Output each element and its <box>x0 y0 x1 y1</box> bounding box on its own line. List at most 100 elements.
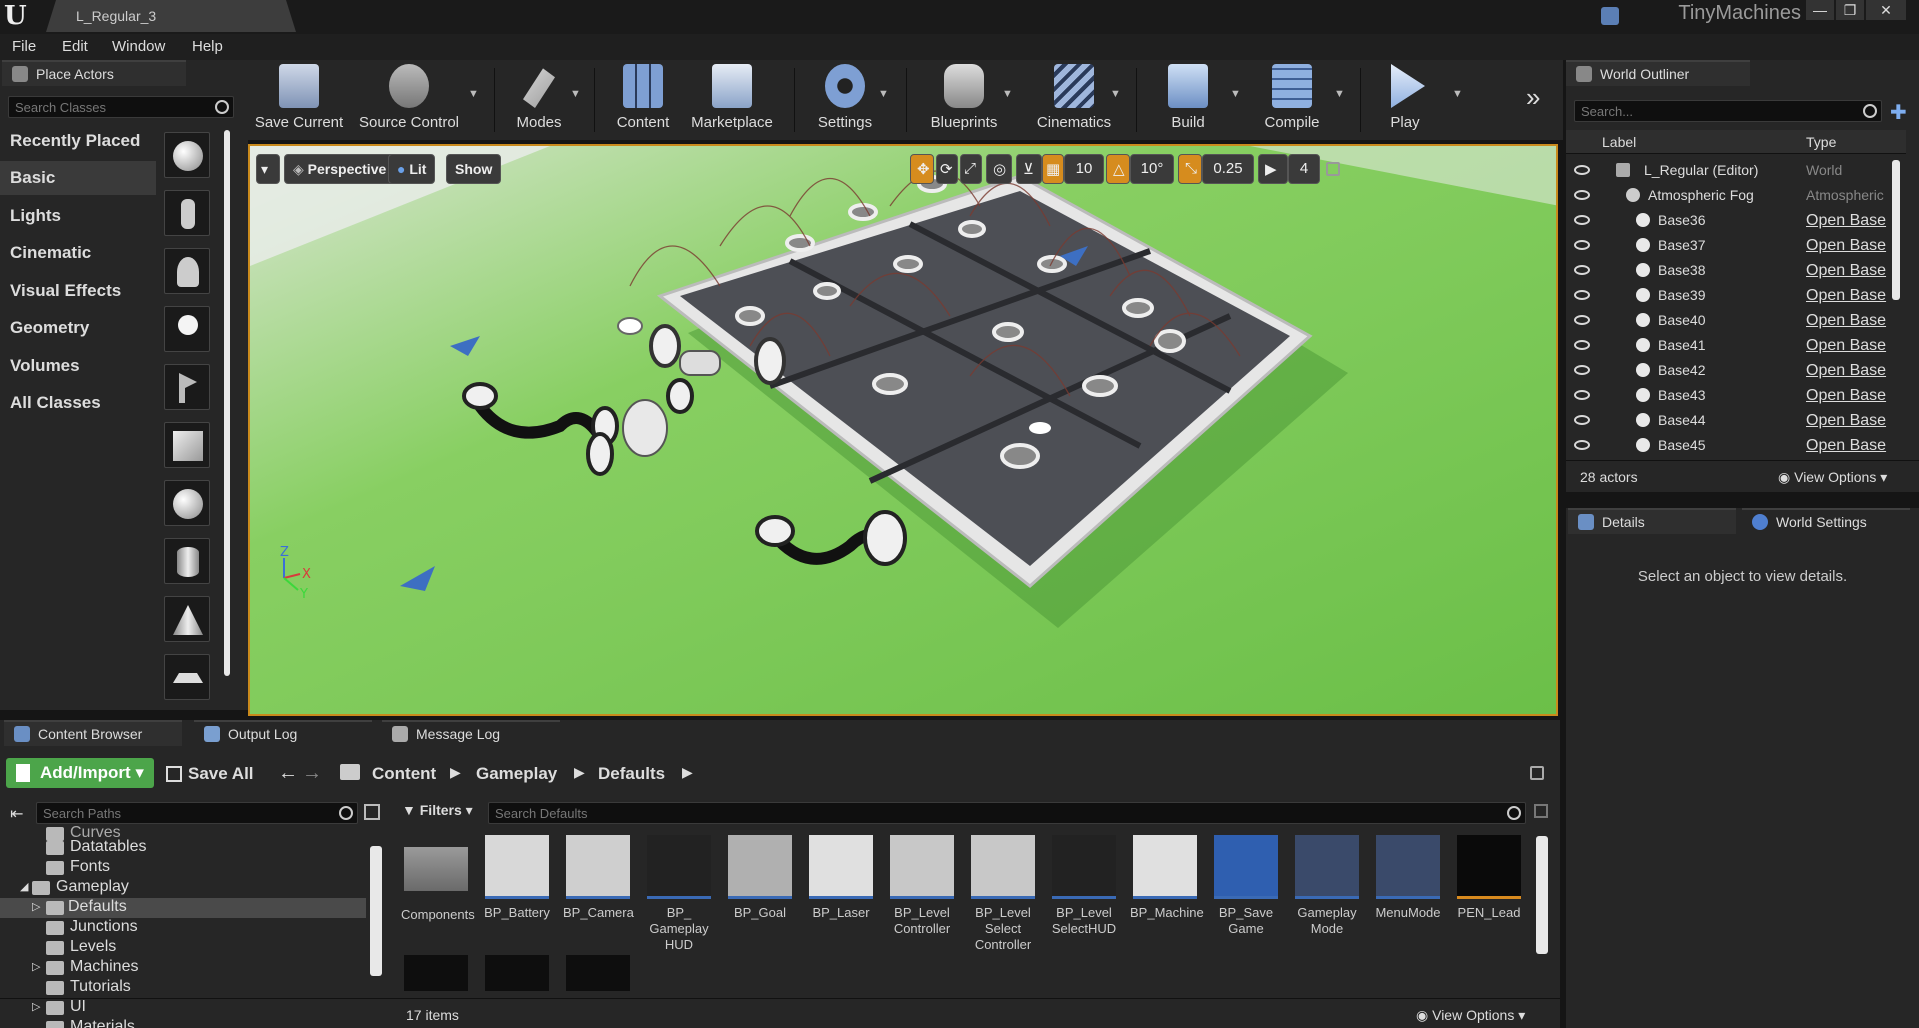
content-button[interactable]: Content <box>602 64 684 140</box>
asset-bp-save-game[interactable]: BP_Save Game <box>1211 835 1281 937</box>
add-import-button[interactable]: Add/Import ▾ <box>6 758 154 788</box>
menu-edit[interactable]: Edit <box>62 38 88 55</box>
asset-bp-battery[interactable]: BP_Battery <box>482 835 552 921</box>
level-viewport[interactable]: Z X Y ▾ ◈ Perspective ● Lit Show ✥ ⟳ ⤢ ◎… <box>248 144 1558 716</box>
folder-fonts[interactable]: Fonts <box>0 858 110 878</box>
lit-mode-button[interactable]: ● Lit <box>388 154 436 184</box>
expand-triangle-icon[interactable]: ▷ <box>32 900 40 913</box>
back-arrow-icon[interactable]: ← <box>278 762 298 785</box>
add-folder-icon[interactable]: ✚ <box>1890 100 1912 124</box>
eye-icon[interactable] <box>1574 340 1590 350</box>
cinematics-button[interactable]: Cinematics <box>1026 64 1122 140</box>
cb-view-options-button[interactable]: ◉ View Options ▾ <box>1416 1007 1525 1024</box>
outliner-scrollbar[interactable] <box>1892 160 1900 300</box>
outliner-row[interactable]: Atmospheric Fog Atmospheric <box>1566 183 1896 208</box>
rotation-snap-value[interactable]: 10° <box>1130 154 1174 184</box>
blueprints-button[interactable]: Blueprints <box>916 64 1012 140</box>
eye-icon[interactable] <box>1574 265 1590 275</box>
expand-triangle-icon[interactable]: ▷ <box>32 960 40 973</box>
outliner-row[interactable]: Base43 Open Base <box>1566 383 1896 408</box>
category-lights[interactable]: Lights <box>0 199 156 233</box>
play-button[interactable]: Play <box>1370 64 1440 140</box>
level-tab[interactable]: L_Regular_3 <box>46 0 296 32</box>
eye-icon[interactable] <box>1574 215 1590 225</box>
tab-details[interactable]: Details <box>1568 508 1736 534</box>
camera-speed-value[interactable]: 4 <box>1288 154 1320 184</box>
actor-cylinder[interactable] <box>164 538 210 584</box>
outliner-row-type[interactable]: Open Base <box>1806 237 1886 255</box>
chevron-down-icon[interactable]: ▼ <box>878 88 889 100</box>
outliner-row[interactable]: Base45 Open Base <box>1566 433 1896 458</box>
folder-tree-scrollbar[interactable] <box>370 846 382 976</box>
search-classes-input[interactable]: Search Classes <box>8 96 234 118</box>
folder-machines[interactable]: ▷ Machines <box>0 958 138 978</box>
category-geometry[interactable]: Geometry <box>0 311 156 345</box>
outliner-row-type[interactable]: Open Base <box>1806 212 1886 230</box>
search-defaults-input[interactable]: Search Defaults <box>488 802 1526 824</box>
asset-bp-level-select-hud[interactable]: BP_Level SelectHUD <box>1049 835 1119 937</box>
category-visual-effects[interactable]: Visual Effects <box>0 274 156 308</box>
outliner-row[interactable]: Base38 Open Base <box>1566 258 1896 283</box>
outliner-row-type[interactable]: Open Base <box>1806 412 1886 430</box>
breadcrumb-defaults[interactable]: Defaults <box>598 764 665 784</box>
folder-datatables[interactable]: Datatables <box>0 838 147 858</box>
camera-speed-icon[interactable]: ▶ <box>1258 154 1288 184</box>
minimize-button[interactable]: — <box>1806 0 1834 20</box>
menu-file[interactable]: File <box>12 38 36 55</box>
compile-button[interactable]: Compile <box>1250 64 1334 140</box>
actor-cube[interactable] <box>164 422 210 468</box>
asset-bp-camera[interactable]: BP_Camera <box>563 835 634 921</box>
grid-snap-icon[interactable]: ▦ <box>1042 154 1064 184</box>
sources-toggle-icon[interactable]: ⇤ <box>10 804 23 824</box>
eye-icon[interactable] <box>1574 240 1590 250</box>
outliner-row-type[interactable]: Open Base <box>1806 287 1886 305</box>
category-all-classes[interactable]: All Classes <box>0 386 156 420</box>
save-search-icon[interactable] <box>1534 804 1548 818</box>
perspective-button[interactable]: ◈ Perspective <box>284 154 396 184</box>
grid-snap-value[interactable]: 10 <box>1064 154 1104 184</box>
asset-bp-level-controller[interactable]: BP_Level Controller <box>887 835 957 937</box>
tab-message-log[interactable]: Message Log <box>382 720 560 746</box>
eye-icon[interactable] <box>1574 165 1590 175</box>
eye-icon[interactable] <box>1574 415 1590 425</box>
outliner-row[interactable]: Base42 Open Base <box>1566 358 1896 383</box>
breadcrumb-content[interactable]: Content <box>372 764 436 784</box>
maximize-viewport-icon[interactable] <box>1326 162 1340 176</box>
outliner-row-type[interactable]: Open Base <box>1806 262 1886 280</box>
place-actors-scrollbar[interactable] <box>224 130 230 676</box>
actor-empty-actor[interactable] <box>164 132 210 178</box>
menu-help[interactable]: Help <box>192 38 223 55</box>
folder-levels[interactable]: Levels <box>0 938 116 958</box>
asset-tile-partial[interactable] <box>485 955 549 991</box>
scale-snap-value[interactable]: 0.25 <box>1202 154 1254 184</box>
list-view-icon[interactable] <box>364 804 380 820</box>
outliner-row[interactable]: Base37 Open Base <box>1566 233 1896 258</box>
outliner-row-type[interactable]: Open Base <box>1806 312 1886 330</box>
asset-tile-partial[interactable] <box>566 955 630 991</box>
forward-arrow-icon[interactable]: → <box>302 762 322 785</box>
asset-view-scrollbar[interactable] <box>1536 836 1548 954</box>
outliner-row[interactable]: Base39 Open Base <box>1566 283 1896 308</box>
chevron-down-icon[interactable]: ▼ <box>1452 88 1463 100</box>
chevron-down-icon[interactable]: ▼ <box>1230 88 1241 100</box>
category-cinematic[interactable]: Cinematic <box>0 236 156 270</box>
expand-triangle-icon[interactable]: ◢ <box>20 880 28 893</box>
menu-window[interactable]: Window <box>112 38 165 55</box>
source-control-button[interactable]: Source Control <box>354 64 464 140</box>
actor-character[interactable] <box>164 190 210 236</box>
outliner-row[interactable]: Base44 Open Base <box>1566 408 1896 433</box>
tab-world-outliner[interactable]: World Outliner <box>1566 60 1750 86</box>
col-label[interactable]: Label <box>1602 134 1636 150</box>
eye-icon[interactable] <box>1574 290 1590 300</box>
eye-icon[interactable] <box>1574 390 1590 400</box>
outliner-row-type[interactable]: Open Base <box>1806 337 1886 355</box>
chevron-down-icon[interactable]: ▼ <box>1002 88 1013 100</box>
outliner-row-type[interactable]: Open Base <box>1806 362 1886 380</box>
outliner-row-type[interactable]: Open Base <box>1806 387 1886 405</box>
folder-components[interactable]: Components <box>401 835 475 923</box>
asset-bp-gameplay-hud[interactable]: BP_ Gameplay HUD <box>644 835 714 953</box>
rotate-mode-icon[interactable]: ⟳ <box>936 154 958 184</box>
show-button[interactable]: Show <box>446 154 502 184</box>
outliner-search-input[interactable]: Search... <box>1574 100 1882 122</box>
build-button[interactable]: Build <box>1146 64 1230 140</box>
